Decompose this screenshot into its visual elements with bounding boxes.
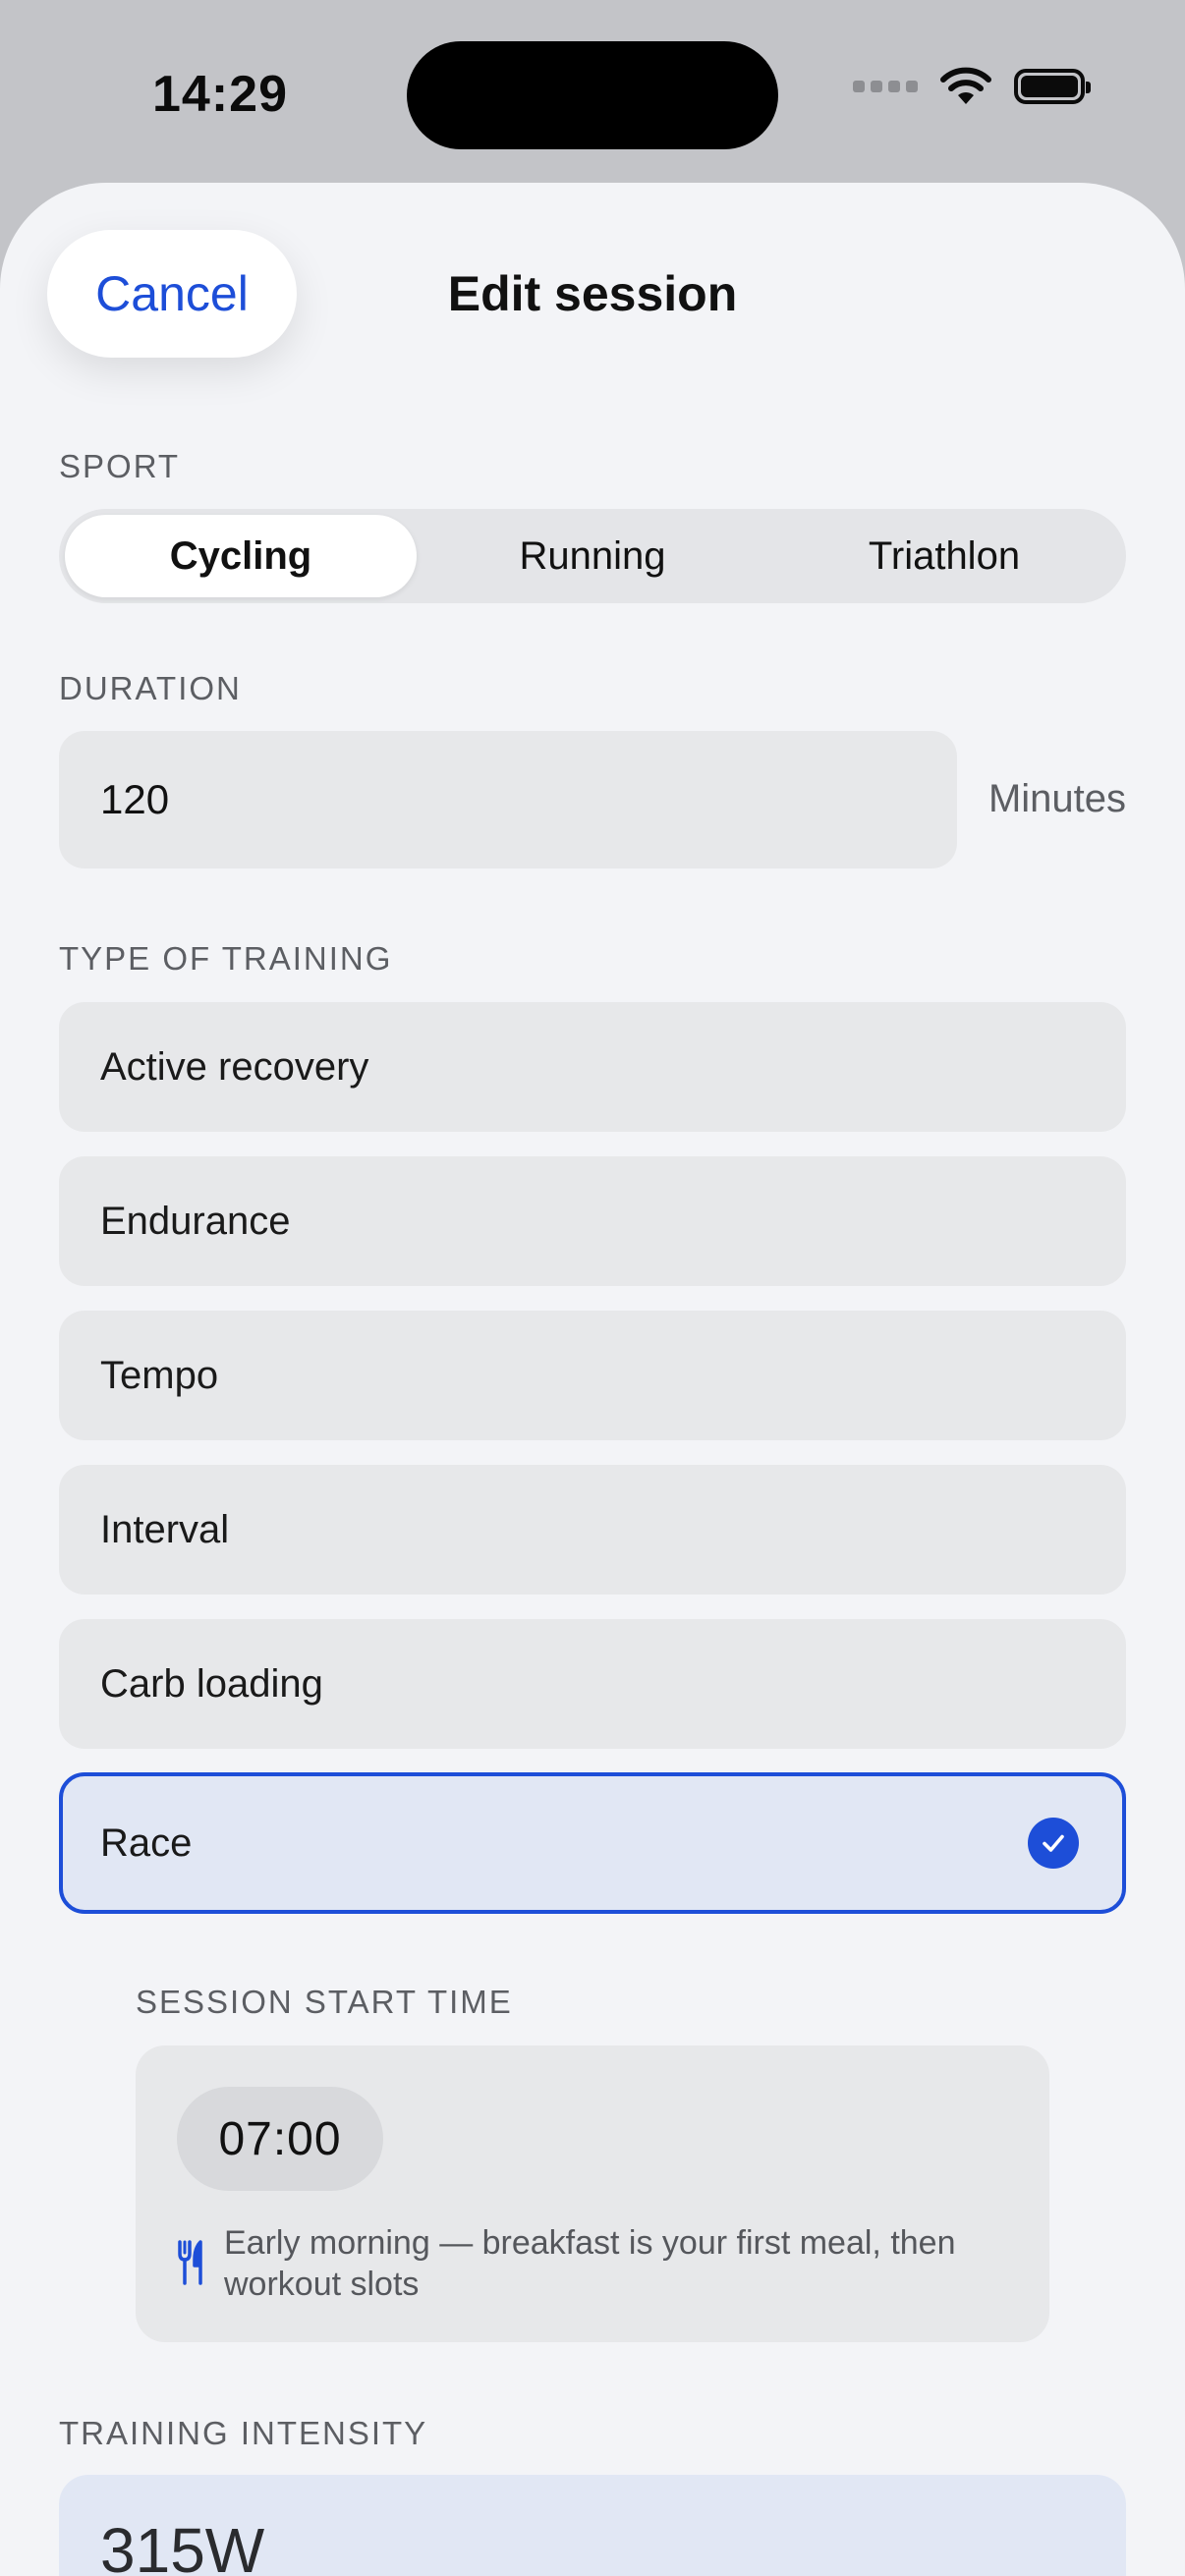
training-option-endurance[interactable]: Endurance	[59, 1156, 1126, 1286]
option-label: Tempo	[100, 1353, 219, 1397]
intensity-value: 315W	[100, 2515, 265, 2576]
training-option-race[interactable]: Race	[59, 1772, 1126, 1914]
sheet-title: Edit session	[447, 266, 738, 321]
status-icons	[853, 67, 1091, 106]
option-label: Race	[100, 1820, 193, 1865]
training-type-label: TYPE OF TRAINING	[59, 940, 393, 977]
training-option-carb-loading[interactable]: Carb loading	[59, 1619, 1126, 1749]
meal-note: Early morning — breakfast is your first …	[224, 2224, 956, 2303]
training-option-interval[interactable]: Interval	[59, 1465, 1126, 1595]
sport-segmented-control: Cycling Running Triathlon	[59, 509, 1126, 603]
edit-session-sheet: Cancel Edit session SPORT Cycling Runnin…	[0, 183, 1185, 2576]
training-intensity-label: TRAINING INTENSITY	[59, 2415, 428, 2451]
duration-label: DURATION	[59, 670, 242, 706]
checkmark-icon	[1028, 1818, 1079, 1869]
status-bar: 14:29	[0, 0, 1185, 187]
option-label: Endurance	[100, 1199, 291, 1243]
option-label: Active recovery	[100, 1044, 369, 1089]
option-label: Interval	[100, 1507, 230, 1551]
cellular-signal-icon	[853, 81, 918, 92]
training-option-tempo[interactable]: Tempo	[59, 1311, 1126, 1440]
duration-unit: Minutes	[988, 777, 1126, 820]
session-start-card: 07:00 Early morning — breakfast is your …	[136, 2045, 1049, 2342]
status-time: 14:29	[152, 66, 288, 123]
start-time-picker[interactable]: 07:00	[177, 2087, 383, 2191]
fork-knife-icon	[178, 2240, 202, 2285]
training-option-active-recovery[interactable]: Active recovery	[59, 1002, 1126, 1132]
sport-option-triathlon[interactable]: Triathlon	[768, 515, 1120, 597]
session-start-label: SESSION START TIME	[136, 1984, 513, 2020]
sport-option-running[interactable]: Running	[417, 515, 768, 597]
duration-input[interactable]	[59, 731, 957, 868]
wifi-icon	[940, 67, 991, 104]
sport-label: SPORT	[59, 448, 181, 484]
sport-option-cycling[interactable]: Cycling	[65, 515, 417, 597]
option-label: Carb loading	[100, 1661, 323, 1706]
dynamic-island	[407, 41, 778, 149]
training-intensity-card[interactable]: 315W	[59, 2475, 1126, 2576]
battery-icon	[1014, 69, 1091, 104]
